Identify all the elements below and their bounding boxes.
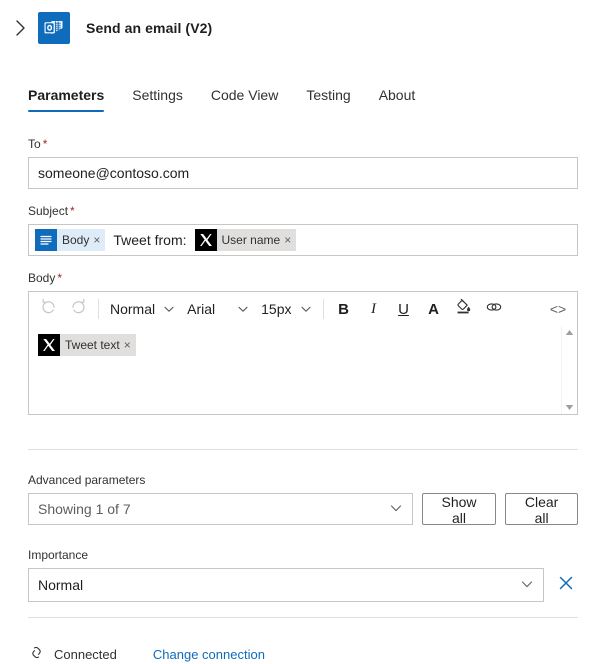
token-tweet-text-remove[interactable]: × [124, 339, 131, 351]
bold-button[interactable]: B [329, 295, 359, 323]
font-family-dropdown[interactable]: Arial [181, 295, 255, 323]
advanced-section: Advanced parameters Showing 1 of 7 Show … [0, 472, 606, 602]
change-connection-link[interactable]: Change connection [153, 647, 265, 662]
token-body[interactable]: Body × [35, 229, 106, 251]
subject-label-text: Subject [28, 204, 69, 218]
tab-about[interactable]: About [379, 87, 416, 112]
format-style-value: Normal [110, 301, 156, 317]
field-subject: Subject * Body × Tweet from: User name × [28, 203, 578, 256]
font-size-dropdown[interactable]: 15px [255, 295, 317, 323]
body-rich-text-editor: Normal Arial 15px B I U A <> Tweet text … [28, 291, 578, 415]
font-size-value: 15px [261, 301, 292, 317]
tab-code-view[interactable]: Code View [211, 87, 278, 112]
importance-select[interactable]: Normal [28, 568, 544, 602]
rte-toolbar: Normal Arial 15px B I U A <> [29, 292, 577, 326]
to-required-marker: * [42, 137, 48, 151]
connection-status-text: Connected [54, 646, 117, 662]
importance-clear-button[interactable] [554, 573, 578, 597]
advanced-parameters-value: Showing 1 of 7 [38, 501, 131, 517]
scroll-up-icon[interactable] [565, 329, 574, 336]
close-x-icon [557, 574, 575, 597]
body-label: Body * [28, 270, 578, 286]
body-required-marker: * [57, 271, 63, 285]
subject-static-text: Tweet from: [113, 232, 187, 248]
link-chain-icon [28, 644, 45, 664]
x-twitter-icon [38, 334, 60, 356]
expand-chevron-button[interactable] [6, 14, 34, 42]
importance-label: Importance [28, 548, 89, 562]
format-style-dropdown[interactable]: Normal [104, 295, 181, 323]
subject-required-marker: * [70, 204, 75, 218]
token-tweet-text[interactable]: Tweet text × [38, 334, 136, 356]
highlight-fill-icon [455, 298, 472, 320]
subject-label: Subject * [28, 203, 578, 219]
field-to: To * [28, 136, 578, 189]
tab-settings[interactable]: Settings [132, 87, 183, 112]
underline-button[interactable]: U [389, 295, 419, 323]
body-list-icon [35, 229, 57, 251]
font-family-value: Arial [187, 301, 216, 317]
card-header: Send an email (V2) [0, 0, 606, 56]
importance-row: Normal [28, 568, 578, 602]
section-divider-top [28, 449, 578, 450]
body-editor-area[interactable]: Tweet text × [29, 326, 577, 414]
italic-button[interactable]: I [359, 295, 389, 323]
redo-button[interactable] [63, 295, 93, 323]
field-advanced-parameters: Advanced parameters Showing 1 of 7 Show … [28, 472, 578, 526]
to-input[interactable] [28, 157, 578, 189]
token-tweet-text-label: Tweet text [65, 338, 120, 352]
toolbar-separator-1 [98, 299, 99, 319]
font-color-button[interactable]: A [419, 295, 449, 323]
page-title: Send an email (V2) [86, 20, 213, 36]
toolbar-separator-2 [322, 299, 324, 319]
token-user-name-label: User name [221, 233, 281, 247]
chevron-down-icon [163, 303, 175, 315]
show-all-button[interactable]: Show all [421, 493, 497, 526]
scroll-down-icon[interactable] [565, 404, 574, 411]
advanced-parameters-label: Advanced parameters [28, 473, 146, 487]
token-body-label: Body [62, 233, 90, 247]
parameters-form: To* Subject* Body [0, 136, 606, 415]
undo-button[interactable] [33, 295, 63, 323]
highlight-button[interactable] [449, 295, 479, 323]
token-user-name[interactable]: User name × [194, 229, 297, 251]
section-divider-bottom [28, 617, 578, 618]
importance-value: Normal [38, 577, 84, 593]
tab-testing[interactable]: Testing [306, 87, 350, 112]
chevron-down-icon [389, 501, 403, 518]
token-body-remove[interactable]: × [93, 234, 100, 246]
chevron-down-icon [520, 577, 534, 594]
clear-all-button[interactable]: Clear all [505, 493, 578, 526]
to-label-text: To [28, 137, 41, 151]
connection-status: Connected [28, 644, 117, 664]
connection-footer: Connected Change connection [0, 644, 606, 664]
insert-link-button[interactable] [479, 295, 509, 323]
field-importance: Importance Normal [28, 547, 578, 602]
chevron-right-icon [14, 18, 27, 38]
body-label-text: Body [28, 271, 56, 285]
redo-icon [70, 298, 87, 320]
outlook-icon [38, 12, 70, 44]
token-user-name-remove[interactable]: × [284, 234, 291, 246]
tab-bar: Parameters Settings Code View Testing Ab… [0, 72, 606, 112]
advanced-parameters-row: Showing 1 of 7 Show all Clear all [28, 493, 578, 526]
tab-parameters[interactable]: Parameters [28, 87, 105, 112]
chevron-down-icon [237, 303, 249, 315]
advanced-parameters-select[interactable]: Showing 1 of 7 [28, 493, 413, 525]
x-twitter-icon [194, 229, 217, 251]
body-scrollbar[interactable] [561, 326, 577, 414]
code-view-button[interactable]: <> [543, 295, 573, 323]
to-label: To * [28, 136, 578, 152]
link-icon [485, 298, 503, 321]
field-body: Body * Normal Arial 15px B I U A <> Twee… [28, 270, 578, 415]
chevron-down-icon [300, 303, 312, 315]
undo-icon [40, 298, 57, 320]
subject-input[interactable]: Body × Tweet from: User name × [28, 224, 578, 256]
